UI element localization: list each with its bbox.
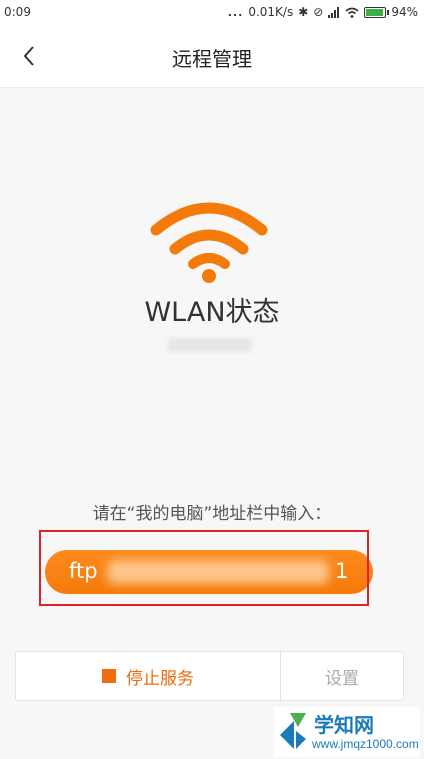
signal-icon [328,6,340,18]
more-dots: ... [227,5,244,19]
alarm-off-icon: ⊘ [313,5,324,19]
status-bar: 0:09 ... 0.01K/s ✱ ⊘ 94% [0,0,424,26]
battery-icon [364,6,390,18]
instruction-text: 请在“我的电脑”地址栏中输入： [92,504,332,524]
ssid-blurred [168,338,252,352]
stop-service-label: 停止服务 [126,668,194,689]
watermark: 学知网 www.jmqz1000.com [274,707,420,757]
action-bar: 停止服务 设置 [15,651,404,701]
wlan-status-title: WLAN状态 [144,297,280,328]
watermark-logo-icon [280,713,306,749]
header: 远程管理 [0,26,424,88]
battery-percent: 94% [391,5,418,19]
status-icons: ... 0.01K/s ✱ ⊘ 94% [228,5,418,19]
highlight-box [39,530,369,606]
wifi-icon [150,202,268,283]
settings-button[interactable]: 设置 [281,652,403,700]
watermark-text: 学知网 [314,713,374,737]
stop-service-button[interactable]: 停止服务 [16,652,280,700]
settings-label: 设置 [325,668,359,689]
stop-icon [102,669,116,683]
network-speed: 0.01K/s [248,5,294,19]
page-title: 远程管理 [172,47,252,71]
watermark-url: www.jmqz1000.com [312,737,419,751]
battery-fill [366,8,384,16]
wifi-status-icon [345,7,359,18]
status-time: 0:09 [4,5,31,19]
bluetooth-icon: ✱ [298,5,309,19]
